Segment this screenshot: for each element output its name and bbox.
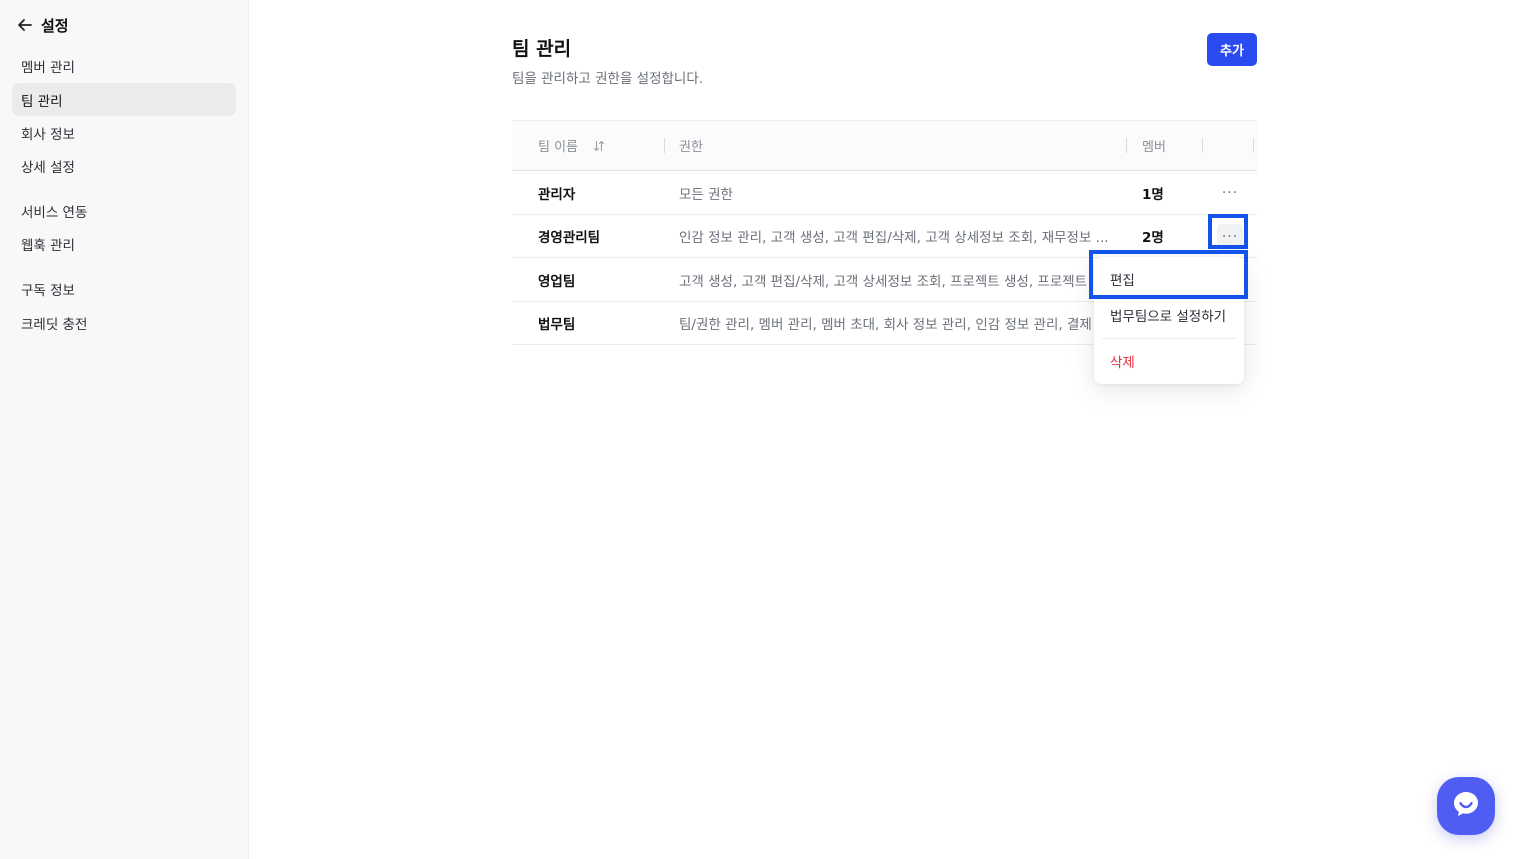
sidebar-title: 설정 bbox=[41, 16, 69, 35]
sidebar-header: 설정 bbox=[16, 12, 69, 38]
team-permissions: 고객 생성, 고객 편집/삭제, 고객 상세정보 조회, 프로젝트 생성, 프로… bbox=[679, 273, 1088, 290]
column-header-permissions: 권한 bbox=[679, 140, 703, 155]
sidebar-item-credits[interactable]: 크레딧 충전 bbox=[12, 306, 236, 339]
team-name: 법무팀 bbox=[538, 317, 576, 333]
sidebar-item-company[interactable]: 회사 정보 bbox=[12, 116, 236, 149]
menu-divider bbox=[1102, 338, 1236, 339]
team-permissions: 팀/권한 관리, 멤버 관리, 멤버 초대, 회사 정보 관리, 인감 정보 관… bbox=[679, 317, 1092, 333]
add-button[interactable]: 추가 bbox=[1207, 33, 1257, 66]
team-permissions: 인감 정보 관리, 고객 생성, 고객 편집/삭제, 고객 상세정보 조회, 재… bbox=[679, 230, 1109, 246]
column-divider[interactable] bbox=[1202, 138, 1203, 153]
team-name: 영업팀 bbox=[538, 273, 576, 290]
column-header-team-name-label: 팀 이름 bbox=[538, 140, 579, 155]
team-name: 관리자 bbox=[538, 186, 576, 203]
arrow-left-icon[interactable] bbox=[16, 16, 34, 34]
table-row[interactable]: 경영관리팀 인감 정보 관리, 고객 생성, 고객 편집/삭제, 고객 상세정보… bbox=[512, 215, 1257, 258]
sidebar-item-teams[interactable]: 팀 관리 bbox=[12, 83, 236, 116]
row-options-menu: 편집 법무팀으로 설정하기 삭제 bbox=[1094, 257, 1244, 384]
page-description: 팀을 관리하고 권한을 설정합니다. bbox=[512, 71, 704, 87]
team-permissions: 모든 권한 bbox=[679, 186, 733, 203]
team-name: 경영관리팀 bbox=[538, 230, 601, 246]
column-header-members: 멤버 bbox=[1142, 140, 1166, 155]
chat-button[interactable] bbox=[1437, 777, 1495, 835]
more-options-button[interactable]: ··· bbox=[1217, 223, 1243, 250]
team-member-count: 1명 bbox=[1142, 186, 1164, 203]
menu-item-delete[interactable]: 삭제 bbox=[1094, 343, 1244, 379]
sidebar-item-members[interactable]: 멤버 관리 bbox=[12, 49, 236, 82]
column-divider[interactable] bbox=[664, 138, 665, 153]
menu-item-edit[interactable]: 편집 bbox=[1094, 260, 1244, 298]
column-divider[interactable] bbox=[1126, 138, 1127, 153]
sort-icon[interactable] bbox=[592, 139, 606, 153]
sidebar-item-integrations[interactable]: 서비스 연동 bbox=[12, 194, 236, 227]
chat-icon bbox=[1451, 789, 1481, 823]
more-options-button[interactable]: ··· bbox=[1217, 180, 1243, 206]
team-member-count: 2명 bbox=[1142, 230, 1164, 246]
sidebar-item-webhooks[interactable]: 웹훅 관리 bbox=[12, 227, 236, 260]
page-title: 팀 관리 bbox=[512, 38, 572, 60]
app: 설정 멤버 관리 팀 관리 회사 정보 상세 설정 서비스 연동 웹훅 관리 구… bbox=[0, 0, 1520, 859]
column-divider[interactable] bbox=[1253, 138, 1254, 153]
table-header: 팀 이름 권한 멤버 bbox=[512, 120, 1257, 171]
sidebar-item-subscription[interactable]: 구독 정보 bbox=[12, 272, 236, 305]
column-header-team-name[interactable]: 팀 이름 bbox=[538, 121, 606, 170]
menu-item-set-legal-team[interactable]: 법무팀으로 설정하기 bbox=[1094, 296, 1244, 334]
table-row[interactable]: 관리자 모든 권한 1명 ··· bbox=[512, 171, 1257, 215]
sidebar-item-detail-settings[interactable]: 상세 설정 bbox=[12, 149, 236, 182]
sidebar: 설정 멤버 관리 팀 관리 회사 정보 상세 설정 서비스 연동 웹훅 관리 구… bbox=[0, 0, 249, 859]
